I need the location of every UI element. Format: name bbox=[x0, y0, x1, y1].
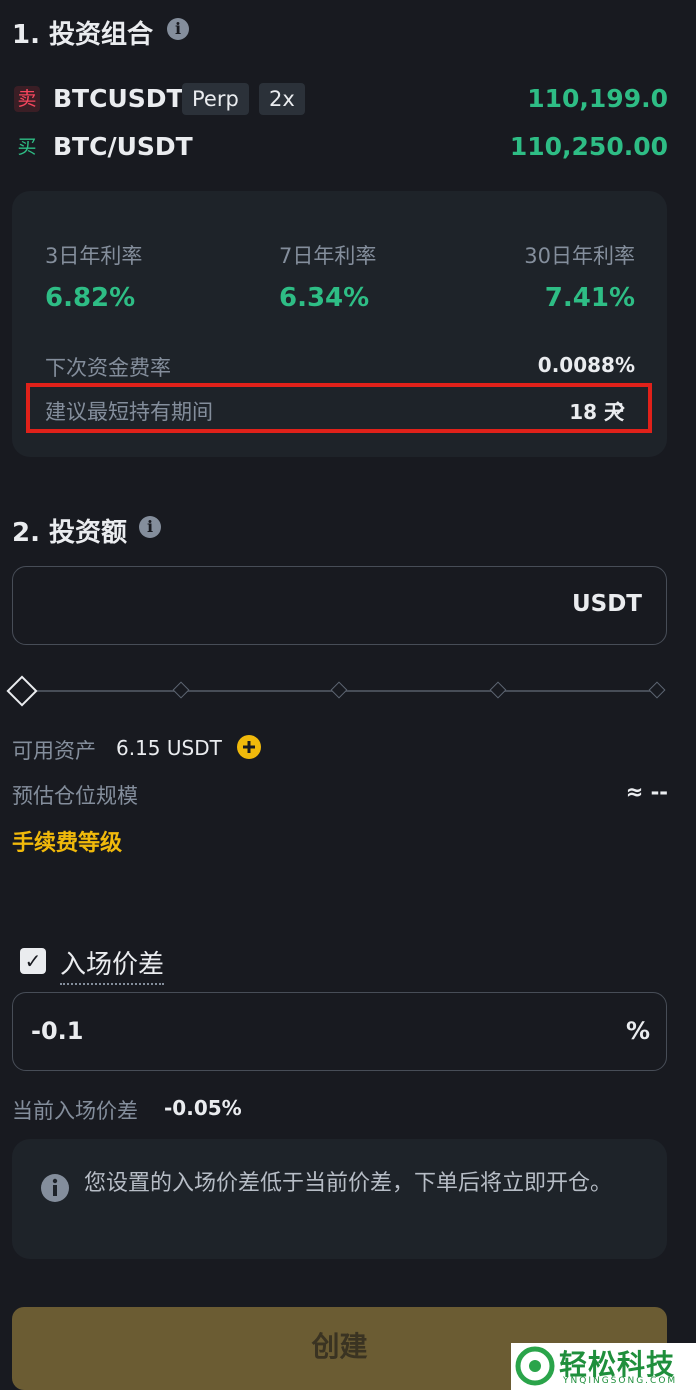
notice-text: 您设置的入场价差低于当前价差，下单后将立即开仓。 bbox=[84, 1171, 613, 1196]
add-funds-icon[interactable] bbox=[236, 734, 262, 760]
next-funding-value: 0.0088% bbox=[537, 353, 635, 377]
spot-symbol: BTC/USDT bbox=[53, 132, 193, 161]
available-label: 可用资产 bbox=[12, 739, 96, 763]
perp-symbol: BTCUSDT bbox=[53, 84, 184, 113]
rate-7d-value: 6.34% bbox=[279, 283, 370, 313]
perp-price: 110,199.0 bbox=[527, 84, 668, 113]
rate-30d-value: 7.41% bbox=[544, 283, 635, 313]
slider-mark-25[interactable] bbox=[172, 681, 190, 699]
slider-mark-75[interactable] bbox=[489, 681, 507, 699]
watermark-logo-icon bbox=[515, 1346, 555, 1386]
watermark-domain: YNQINGSONG.COM bbox=[563, 1376, 678, 1386]
rate-3d-label: 3日年利率 bbox=[45, 244, 143, 268]
amount-unit: USDT bbox=[571, 591, 642, 617]
min-hold-label: 建议最短持有期间 bbox=[45, 400, 213, 424]
slider-mark-100[interactable] bbox=[648, 681, 666, 699]
entry-spread-label[interactable]: 入场价差 bbox=[60, 944, 165, 985]
entry-spread-input[interactable]: -0.1 % bbox=[12, 992, 667, 1071]
leverage-chip: 2x bbox=[259, 83, 305, 115]
available-value: 6.15 USDT bbox=[116, 736, 222, 760]
rate-7d-label: 7日年利率 bbox=[279, 244, 377, 268]
sell-tag: 卖 bbox=[14, 86, 40, 112]
buy-tag: 买 bbox=[17, 136, 37, 158]
fee-tier-link[interactable]: 手续费等级 bbox=[12, 825, 122, 857]
spot-price: 110,250.00 bbox=[509, 132, 668, 161]
position-size-value: ≈ -- bbox=[625, 780, 668, 804]
notice-card: 您设置的入场价差低于当前价差，下单后将立即开仓。 bbox=[12, 1139, 667, 1259]
info-icon[interactable]: i bbox=[139, 516, 161, 538]
current-spread-label: 当前入场价差 bbox=[12, 1099, 138, 1123]
entry-spread-value[interactable]: -0.1 bbox=[31, 1017, 83, 1045]
rate-3d-value: 6.82% bbox=[45, 283, 136, 313]
position-size-label: 预估仓位规模 bbox=[12, 784, 138, 808]
info-icon[interactable]: i bbox=[167, 18, 189, 40]
rate-30d-label: 30日年利率 bbox=[524, 244, 635, 268]
slider-mark-50[interactable] bbox=[330, 681, 348, 699]
section-title-portfolio: 1. 投资组合 bbox=[12, 20, 154, 50]
perp-type-chip: Perp bbox=[182, 83, 249, 115]
amount-input[interactable]: USDT bbox=[12, 566, 667, 645]
current-spread-value: -0.05% bbox=[164, 1096, 242, 1120]
entry-spread-checkbox[interactable]: ✓ bbox=[20, 948, 46, 974]
watermark: 轻松科技 YNQINGSONG.COM bbox=[511, 1343, 696, 1390]
section-title-amount: 2. 投资额 bbox=[12, 518, 128, 548]
next-funding-label: 下次资金费率 bbox=[45, 356, 171, 380]
slider-handle[interactable] bbox=[6, 675, 38, 707]
percent-unit: % bbox=[625, 1017, 650, 1045]
info-circle-icon bbox=[40, 1173, 70, 1203]
chevron-right-icon[interactable] bbox=[612, 396, 628, 420]
